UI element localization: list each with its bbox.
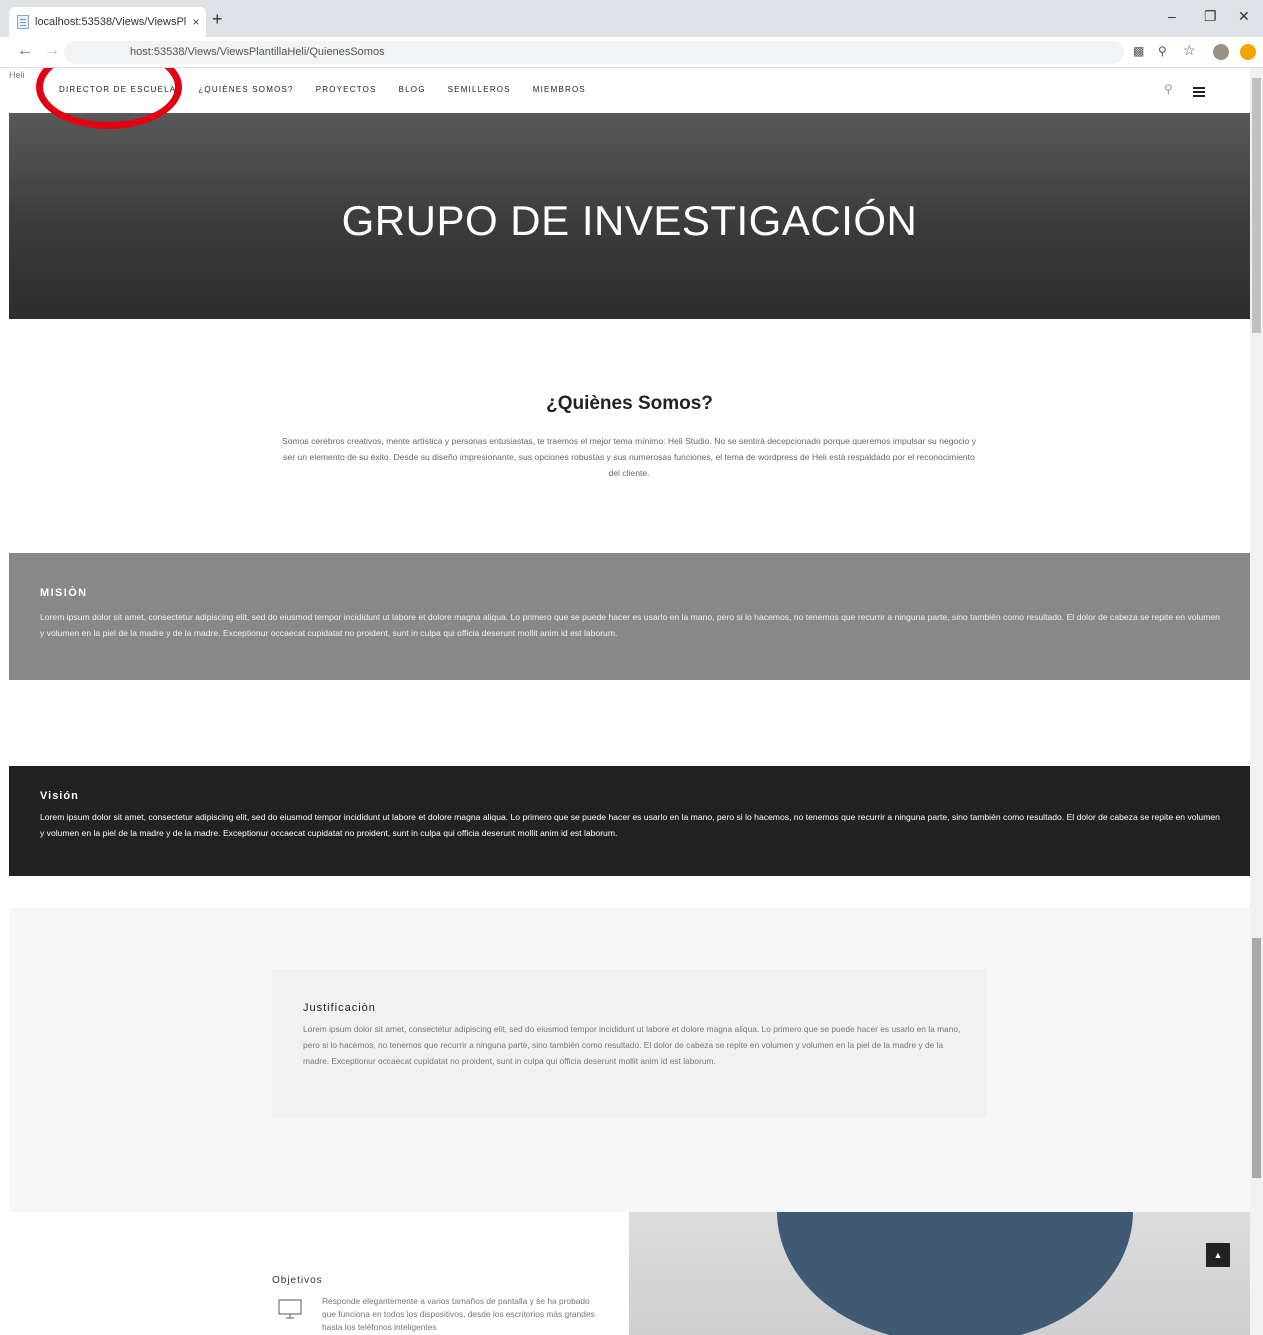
back-arrow-icon[interactable]: ←: [17, 42, 33, 60]
browser-toolbar: ← → host:53538/Views/ViewsPlantillaHeli/…: [0, 37, 1263, 68]
update-alert-icon[interactable]: [1240, 44, 1256, 60]
justificacion-text: Lorem ipsum dolor sit amet, consectetur …: [303, 1024, 961, 1066]
browser-tabbar: localhost:53538/Views/ViewsPlan × + – ❐ …: [0, 0, 1263, 37]
nav-item-miembros[interactable]: MIEMBROS: [533, 85, 586, 94]
scroll-to-top-button[interactable]: ▲: [1206, 1243, 1230, 1267]
mision-section: MISIÒN Lorem ipsum dolor sit amet, conse…: [9, 553, 1250, 680]
page-viewport: Heli DIRECTOR DE ESCUELA ¿QUIÈNES SOMOS?…: [9, 68, 1250, 1335]
scroll-thumb-secondary[interactable]: [1252, 938, 1261, 1178]
vision-text: Lorem ipsum dolor sit amet, consectetur …: [40, 812, 1220, 838]
menu-icon[interactable]: [1193, 87, 1205, 97]
objetivos-title: Objetivos: [272, 1275, 323, 1286]
close-window-icon[interactable]: ✕: [1238, 8, 1250, 25]
justificacion-title: Justificaciòn: [303, 1002, 376, 1014]
about-text: Somos cerebros creativos, mente artístic…: [281, 436, 977, 478]
new-tab-button[interactable]: +: [212, 10, 223, 28]
avatar[interactable]: [1213, 44, 1229, 60]
vision-section: Visión Lorem ipsum dolor sit amet, conse…: [9, 766, 1250, 876]
justificacion-section: Justificaciòn Lorem ipsum dolor sit amet…: [9, 908, 1250, 1212]
monitor-icon: [278, 1299, 302, 1319]
close-icon[interactable]: ×: [186, 15, 206, 29]
address-bar[interactable]: host:53538/Views/ViewsPlantillaHeli/Quie…: [64, 41, 1124, 64]
objetivos-text: Responde elegantemente a varios tamaños …: [322, 1296, 595, 1332]
forward-arrow-icon[interactable]: →: [44, 42, 60, 60]
scrollbar[interactable]: [1250, 68, 1263, 1335]
browser-tab[interactable]: localhost:53538/Views/ViewsPlan ×: [9, 7, 206, 37]
page-file-icon: [17, 15, 29, 29]
star-icon[interactable]: ☆: [1183, 42, 1196, 59]
search-icon[interactable]: ⚲: [1164, 82, 1173, 96]
nav-item-proyectos[interactable]: PROYECTOS: [316, 85, 377, 94]
hero-banner: GRUPO DE INVESTIGACIÓN: [9, 113, 1250, 319]
chair-image: [629, 1212, 1250, 1335]
scroll-thumb[interactable]: [1252, 78, 1261, 333]
about-section: ¿Quiènes Somos? Somos cerebros creativos…: [9, 319, 1250, 553]
nav-item-semilleros[interactable]: SEMILLEROS: [448, 85, 511, 94]
justificacion-card: Justificaciòn Lorem ipsum dolor sit amet…: [272, 969, 987, 1117]
translate-icon[interactable]: ▩: [1133, 44, 1144, 58]
zoom-icon[interactable]: ⚲: [1158, 44, 1167, 58]
logo[interactable]: Heli: [9, 70, 25, 80]
address-url: host:53538/Views/ViewsPlantillaHeli/Quie…: [130, 46, 385, 58]
restore-icon[interactable]: ❐: [1204, 8, 1217, 25]
mision-text: Lorem ipsum dolor sit amet, consectetur …: [40, 612, 1220, 638]
objetivos-section: Objetivos Responde elegantemente a vario…: [9, 1212, 1250, 1335]
about-title: ¿Quiènes Somos?: [546, 393, 713, 414]
mision-title: MISIÒN: [40, 587, 88, 599]
chair-shape: [777, 1212, 1133, 1335]
site-header: Heli DIRECTOR DE ESCUELA ¿QUIÈNES SOMOS?…: [9, 68, 1250, 113]
tab-title: localhost:53538/Views/ViewsPlan: [35, 16, 186, 28]
vision-title: Visión: [40, 790, 79, 802]
minimize-icon[interactable]: –: [1168, 8, 1176, 24]
nav-item-blog[interactable]: BLOG: [399, 85, 426, 94]
nav-item-quienes-somos[interactable]: ¿QUIÈNES SOMOS?: [198, 85, 293, 94]
hero-title: GRUPO DE INVESTIGACIÓN: [341, 197, 918, 244]
